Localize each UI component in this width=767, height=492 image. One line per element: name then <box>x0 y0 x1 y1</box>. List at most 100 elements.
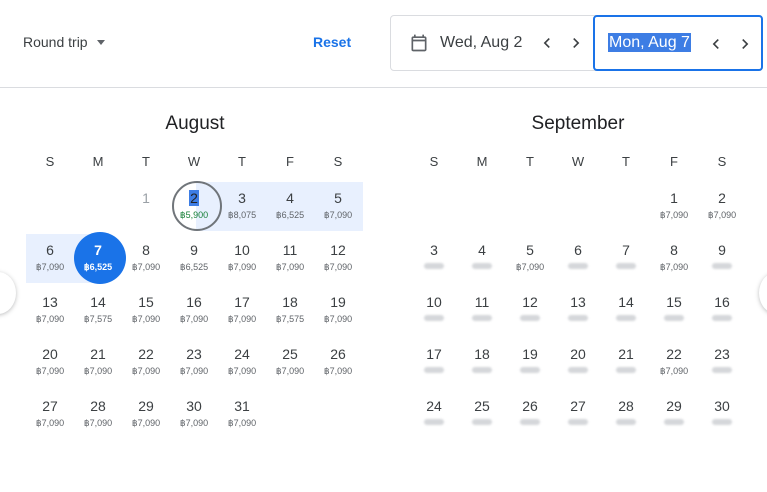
day-number: 10 <box>426 294 442 310</box>
calendar-day[interactable]: 22 ฿7,090 <box>122 336 170 388</box>
calendar-day[interactable]: 19 ฿7,090 <box>314 284 362 336</box>
calendar-day[interactable]: 7 <box>602 232 650 284</box>
return-date-field[interactable]: Mon, Aug 7 <box>593 15 763 71</box>
calendar-day[interactable]: 11 <box>458 284 506 336</box>
day-number: 25 <box>474 398 490 414</box>
day-price: ฿7,090 <box>659 262 689 272</box>
return-prev-chevron-left-icon[interactable] <box>706 34 726 54</box>
calendar-day[interactable]: 21 <box>602 336 650 388</box>
calendar-day[interactable]: 26 <box>506 388 554 440</box>
calendar-day[interactable]: 28 ฿7,090 <box>74 388 122 440</box>
prev-month-button[interactable] <box>0 272 16 314</box>
calendar-day[interactable]: 22 ฿7,090 <box>650 336 698 388</box>
calendar-day[interactable]: 21 ฿7,090 <box>74 336 122 388</box>
calendar-day[interactable]: 18 ฿7,575 <box>266 284 314 336</box>
calendar-day[interactable]: 10 <box>410 284 458 336</box>
calendar-day[interactable]: 25 ฿7,090 <box>266 336 314 388</box>
calendar-day[interactable]: 5 ฿7,090 <box>314 180 362 232</box>
day-number: 30 <box>186 398 202 414</box>
price-loading-placeholder <box>520 315 540 321</box>
day-price: ฿5,900 <box>179 210 209 220</box>
calendar-day[interactable]: 8 ฿7,090 <box>650 232 698 284</box>
calendar-day[interactable]: 25 <box>458 388 506 440</box>
day-price: ฿7,090 <box>227 418 257 428</box>
calendar-day[interactable]: 3 <box>410 232 458 284</box>
calendar-day[interactable]: 4 ฿6,525 <box>266 180 314 232</box>
calendar-day[interactable]: 7 ฿6,525 <box>74 232 122 284</box>
calendar-day[interactable]: 12 ฿7,090 <box>314 232 362 284</box>
trip-type-dropdown[interactable]: Round trip <box>23 34 105 50</box>
calendar-day[interactable]: 5 ฿7,090 <box>506 232 554 284</box>
calendar-day[interactable]: 4 <box>458 232 506 284</box>
departure-date-field[interactable]: Wed, Aug 2 <box>409 33 522 53</box>
calendar-day[interactable]: 13 ฿7,090 <box>26 284 74 336</box>
day-number: 30 <box>714 398 730 414</box>
calendar-day[interactable]: 17 ฿7,090 <box>218 284 266 336</box>
calendar-day[interactable]: 30 ฿7,090 <box>170 388 218 440</box>
calendar-day[interactable]: 15 <box>650 284 698 336</box>
reset-button[interactable]: Reset <box>313 34 351 50</box>
calendar-day[interactable]: 30 <box>698 388 746 440</box>
day-number: 7 <box>622 242 630 258</box>
weekday-header: M <box>476 154 488 169</box>
day-price: ฿7,090 <box>83 418 113 428</box>
calendar-day[interactable]: 17 <box>410 336 458 388</box>
calendar-day[interactable]: 27 ฿7,090 <box>26 388 74 440</box>
day-price: ฿7,090 <box>227 262 257 272</box>
day-number: 13 <box>42 294 58 310</box>
day-number: 8 <box>142 242 150 258</box>
calendar-day[interactable]: 8 ฿7,090 <box>122 232 170 284</box>
departure-next-chevron-right-icon[interactable] <box>566 33 586 53</box>
calendar-day[interactable]: 9 <box>698 232 746 284</box>
calendar-day[interactable]: 31 ฿7,090 <box>218 388 266 440</box>
calendar-day[interactable]: 9 ฿6,525 <box>170 232 218 284</box>
day-number: 6 <box>574 242 582 258</box>
calendar-day[interactable]: 11 ฿7,090 <box>266 232 314 284</box>
calendar-day[interactable]: 14 <box>602 284 650 336</box>
calendar-day[interactable]: 28 <box>602 388 650 440</box>
calendar-day[interactable]: 6 ฿7,090 <box>26 232 74 284</box>
calendar-day[interactable]: 23 <box>698 336 746 388</box>
calendar-day[interactable]: 6 <box>554 232 602 284</box>
calendar-day[interactable]: 3 ฿8,075 <box>218 180 266 232</box>
calendar-day[interactable]: 15 ฿7,090 <box>122 284 170 336</box>
calendar-day[interactable]: 2 ฿5,900 <box>170 180 218 232</box>
price-loading-placeholder <box>616 419 636 425</box>
day-number: 25 <box>282 346 298 362</box>
weekday-header: S <box>45 154 55 169</box>
calendar-day[interactable]: 29 <box>650 388 698 440</box>
day-number: 29 <box>666 398 682 414</box>
price-loading-placeholder <box>568 263 588 269</box>
price-loading-placeholder <box>424 419 444 425</box>
price-loading-placeholder <box>568 419 588 425</box>
calendar-day[interactable]: 24 ฿7,090 <box>218 336 266 388</box>
day-number: 14 <box>618 294 634 310</box>
calendar-day[interactable]: 24 <box>410 388 458 440</box>
calendar-day[interactable]: 20 ฿7,090 <box>26 336 74 388</box>
calendar-day[interactable]: 16 <box>698 284 746 336</box>
calendar-day[interactable]: 16 ฿7,090 <box>170 284 218 336</box>
day-number: 20 <box>570 346 586 362</box>
calendar-day[interactable]: 26 ฿7,090 <box>314 336 362 388</box>
price-loading-placeholder <box>520 367 540 373</box>
calendar-day[interactable]: 14 ฿7,575 <box>74 284 122 336</box>
calendar-day[interactable]: 19 <box>506 336 554 388</box>
day-price: ฿7,090 <box>35 262 65 272</box>
calendar-day[interactable]: 12 <box>506 284 554 336</box>
calendar-day[interactable]: 1 ฿7,090 <box>650 180 698 232</box>
calendar-day[interactable]: 13 <box>554 284 602 336</box>
calendar-day[interactable]: 23 ฿7,090 <box>170 336 218 388</box>
departure-prev-chevron-left-icon[interactable] <box>537 33 557 53</box>
calendar-day[interactable]: 29 ฿7,090 <box>122 388 170 440</box>
calendar-day[interactable]: 1 <box>122 180 170 232</box>
return-next-chevron-right-icon[interactable] <box>735 34 755 54</box>
day-number: 1 <box>670 190 678 206</box>
next-month-button[interactable] <box>759 272 767 314</box>
day-number: 26 <box>522 398 538 414</box>
calendar-day[interactable]: 10 ฿7,090 <box>218 232 266 284</box>
day-price: ฿7,090 <box>179 314 209 324</box>
calendar-day[interactable]: 2 ฿7,090 <box>698 180 746 232</box>
calendar-day[interactable]: 18 <box>458 336 506 388</box>
calendar-day[interactable]: 27 <box>554 388 602 440</box>
calendar-day[interactable]: 20 <box>554 336 602 388</box>
